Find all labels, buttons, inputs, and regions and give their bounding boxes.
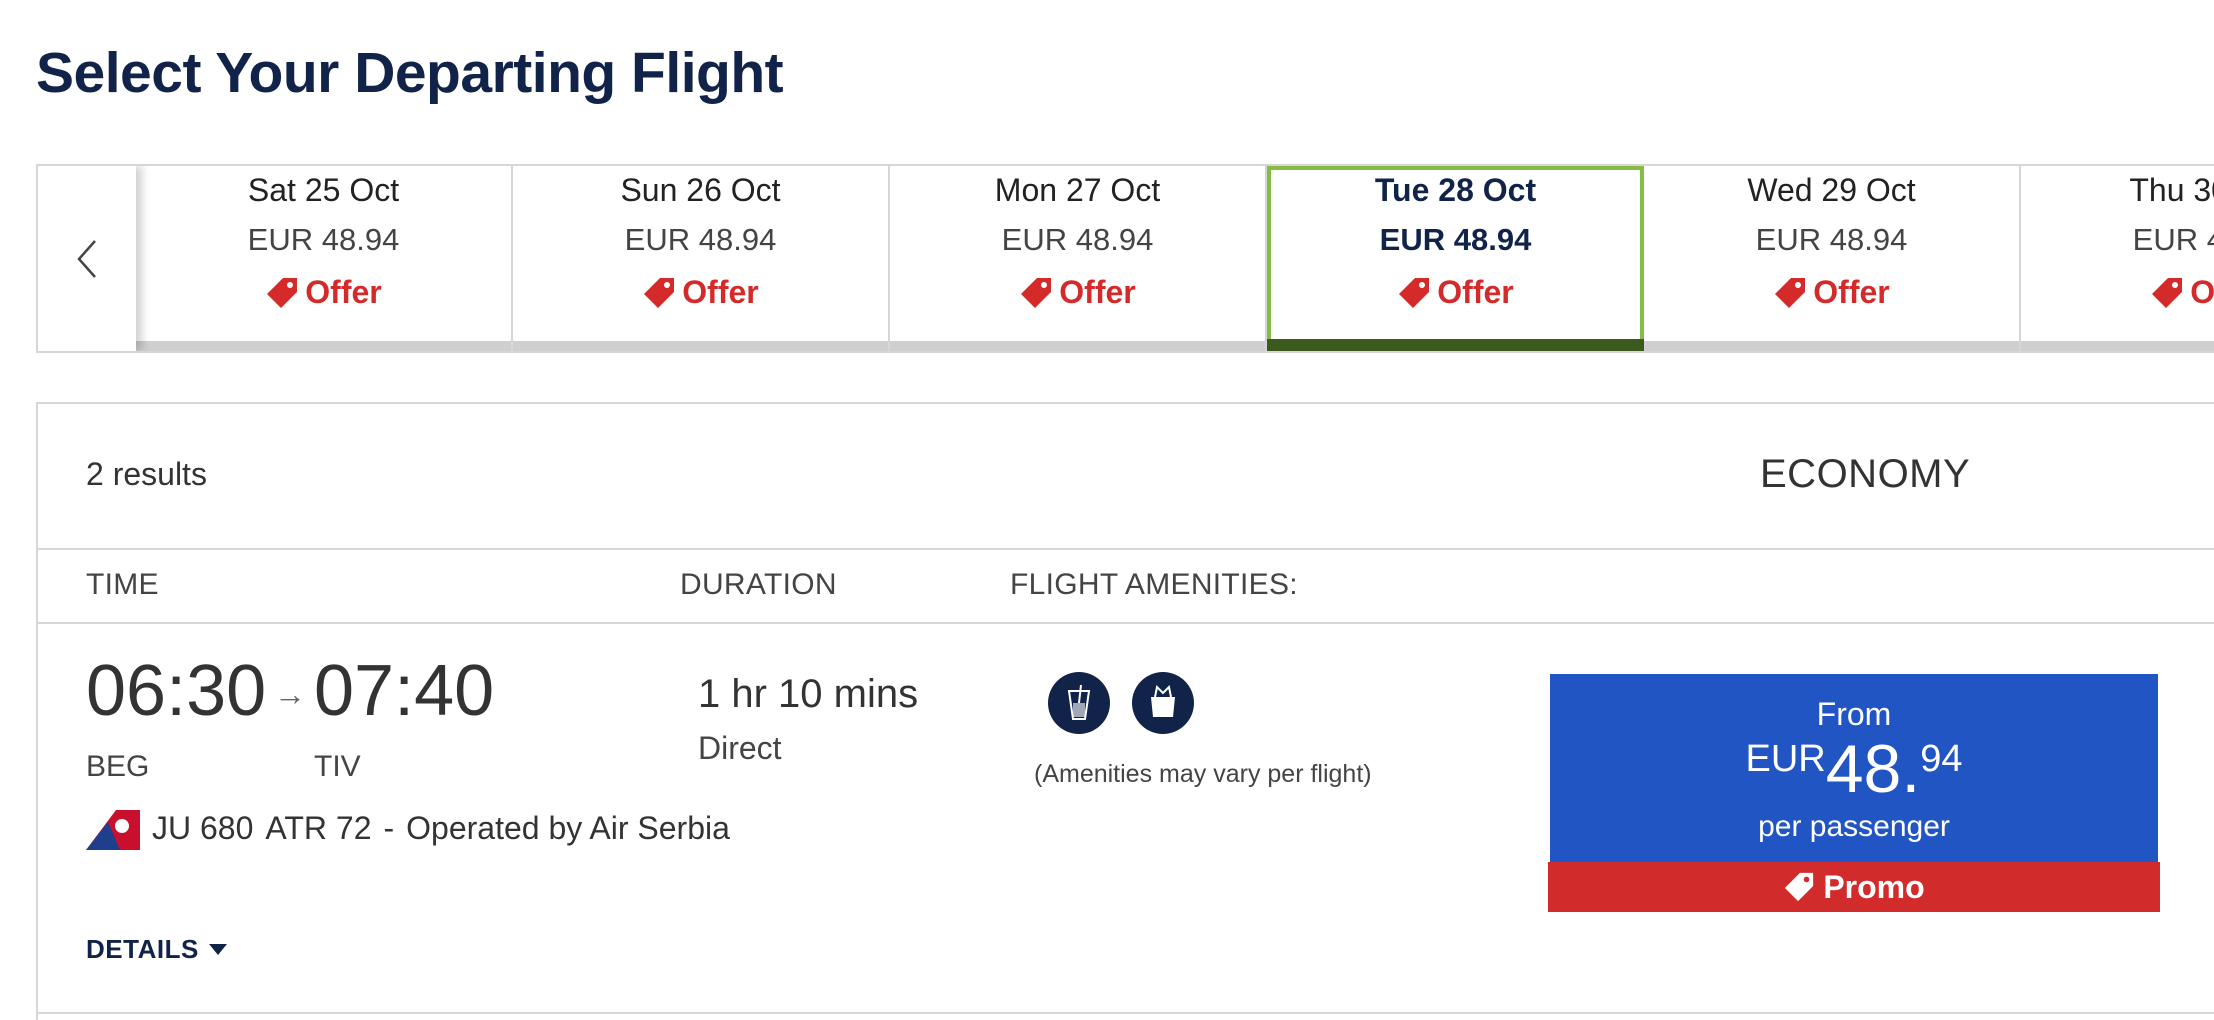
date-underline [136, 341, 511, 351]
cabin-header: ECONOMY [1760, 452, 1971, 496]
flight-number: JU 680 [152, 809, 254, 846]
tag-icon [267, 277, 298, 308]
details-label: DETAILS [86, 934, 199, 964]
offer-badge: Offer [1644, 274, 2019, 311]
date-underline [890, 341, 1265, 351]
tag-icon [1775, 277, 1806, 308]
date-price: EUR 48.94 [2132, 222, 2214, 257]
date-price: EUR 48.94 [624, 222, 777, 257]
offer-label: Offer [1813, 274, 1890, 310]
date-underline [1267, 339, 1644, 351]
date-label: Sun 26 Oct [620, 172, 781, 208]
aircraft-type: ATR 72 [265, 809, 372, 846]
operator: Operated by Air Serbia [406, 809, 730, 846]
tag-icon [2152, 277, 2183, 308]
caret-down-icon [208, 943, 227, 955]
departure-airport-code: BEG [86, 750, 150, 783]
promo-label: Promo [1823, 868, 1925, 905]
drink-icon [1048, 672, 1110, 734]
results-count: 2 results [86, 456, 207, 492]
column-header-duration: DURATION [680, 568, 837, 601]
separator: - [383, 809, 395, 846]
date-label: Tue 28 Oct [1374, 172, 1537, 208]
economy-fare-button[interactable]: From EUR 48. 94 per passenger [1550, 674, 2158, 864]
date-option[interactable]: Wed 29 Oct EUR 48.94 Offer [1644, 166, 2021, 351]
flight-duration: 1 hr 10 mins [698, 672, 919, 716]
arrival-airport-code: TIV [314, 750, 361, 783]
date-option[interactable]: Mon 27 Oct EUR 48.94 Offer [890, 166, 1267, 351]
departure-time: 06:30 [86, 651, 267, 731]
date-underline [513, 341, 888, 351]
page-title: Select Your Departing Flight [36, 41, 784, 105]
offer-badge: Offer [1271, 274, 1640, 311]
previous-dates-button[interactable] [38, 166, 136, 351]
arrow-right-icon: → [274, 676, 306, 712]
offer-label: Offer [1437, 274, 1514, 310]
fare-currency: EUR [1745, 738, 1826, 780]
column-header-amenities: FLIGHT AMENITIES: [1010, 568, 1298, 601]
offer-badge: Offer [136, 274, 511, 311]
results-panel: 2 results ECONOMY TIME DURATION FLIGHT A… [36, 402, 2214, 1020]
offer-label: Offer [2190, 274, 2214, 310]
date-price: EUR 48.94 [1755, 222, 1908, 257]
fare-per-passenger: per passenger [1758, 810, 1950, 843]
divider [38, 1012, 2214, 1014]
details-toggle[interactable]: DETAILS [86, 934, 227, 965]
arrival-time: 07:40 [314, 651, 495, 731]
fare-price: EUR 48. 94 [1550, 732, 2158, 806]
offer-badge: Offer [890, 274, 1265, 311]
air-serbia-logo-icon [86, 810, 140, 850]
tag-icon [644, 277, 675, 308]
date-underline [2021, 341, 2214, 351]
chevron-left-icon [77, 239, 96, 278]
date-label: Sat 25 Oct [247, 172, 400, 208]
date-label: Mon 27 Oct [994, 172, 1161, 208]
divider [38, 622, 2214, 624]
offer-label: Offer [682, 274, 759, 310]
divider [38, 548, 2214, 550]
date-strip: Sat 25 Oct EUR 48.94 Offer Sun 26 Oct EU… [36, 164, 2214, 353]
fare-integer: 48. [1825, 731, 1921, 807]
tag-icon [1785, 872, 1814, 902]
flight-stops: Direct [698, 730, 782, 766]
date-option-selected[interactable]: Tue 28 Oct EUR 48.94 Offer [1267, 166, 1644, 351]
date-price: EUR 48.94 [1001, 222, 1154, 257]
offer-label: Offer [305, 274, 382, 310]
date-option[interactable]: Sun 26 Oct EUR 48.94 Offer [513, 166, 890, 351]
date-label: Thu 30 Oct [2129, 172, 2214, 208]
offer-label: Offer [1059, 274, 1136, 310]
column-header-time: TIME [86, 568, 159, 601]
tag-icon [1399, 277, 1430, 308]
date-option[interactable]: Thu 30 Oct EUR 48.94 Offer [2021, 166, 2214, 351]
date-price: EUR 48.94 [247, 222, 400, 257]
promo-badge: Promo [1548, 862, 2160, 912]
offer-badge: Offer [2021, 274, 2214, 311]
date-label: Wed 29 Oct [1747, 172, 1916, 208]
date-list: Sat 25 Oct EUR 48.94 Offer Sun 26 Oct EU… [136, 166, 2214, 351]
fare-from-label: From [1816, 696, 1892, 732]
amenities-note: (Amenities may vary per flight) [1034, 760, 1372, 788]
fare-decimal: 94 [1920, 738, 1963, 780]
snack-icon [1132, 672, 1194, 734]
flight-info: JU 680 ATR 72 - Operated by Air Serbia [86, 806, 730, 850]
offer-badge: Offer [513, 274, 888, 311]
date-underline [1644, 341, 2019, 351]
date-option[interactable]: Sat 25 Oct EUR 48.94 Offer [136, 166, 513, 351]
tag-icon [1021, 277, 1052, 308]
date-price: EUR 48.94 [1379, 222, 1532, 257]
